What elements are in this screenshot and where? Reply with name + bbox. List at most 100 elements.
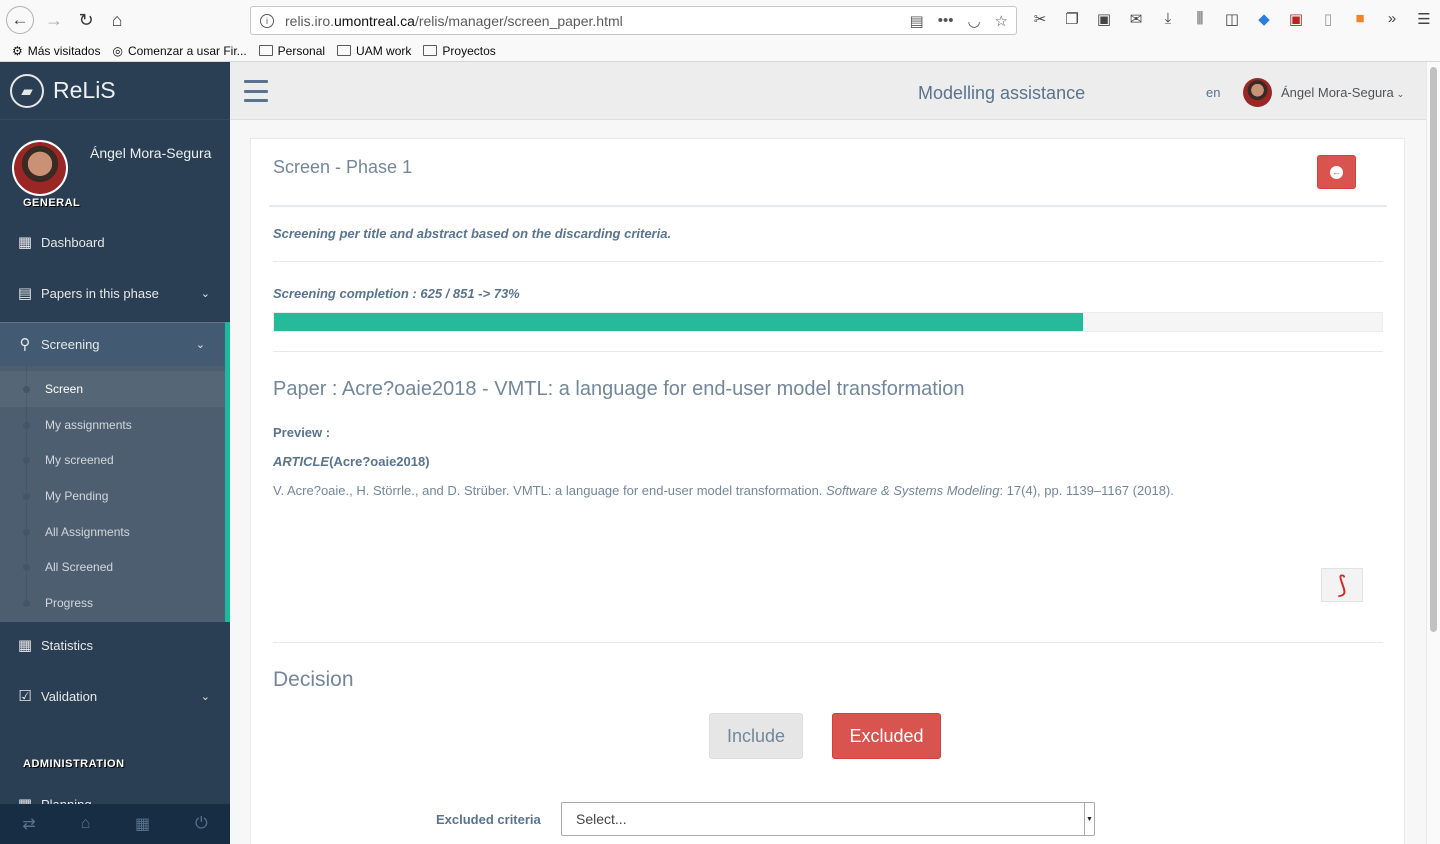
- profile-name: Ángel Mora-Segura: [90, 145, 212, 161]
- grid-icon: ▦: [17, 637, 33, 654]
- submenu-item-my-screened[interactable]: My screened: [0, 442, 225, 478]
- screening-description: Screening per title and abstract based o…: [273, 226, 672, 241]
- newspaper-icon: ▤: [17, 285, 33, 302]
- switch-project-icon[interactable]: ⇄: [22, 814, 35, 834]
- url-text: relis.iro.umontreal.ca/relis/manager/scr…: [285, 12, 623, 29]
- sidebar-menu: Ángel Mora-Segura GENERAL ▦ Dashboard ▤ …: [0, 120, 230, 813]
- submenu-item-all-assignments[interactable]: All Assignments: [0, 514, 225, 550]
- sidebar: ▰ ReLiS Ángel Mora-Segura GENERAL ▦ Dash…: [0, 62, 230, 844]
- folder-icon: [337, 45, 352, 56]
- page-scrollbar[interactable]: [1426, 62, 1440, 844]
- globe-icon: ◎: [112, 43, 123, 58]
- back-icon[interactable]: ←: [6, 6, 34, 34]
- sidebar-item-validation[interactable]: ☑ Validation ⌄: [0, 674, 230, 718]
- sidebar-footer: ⇄ ⌂ ▦ ⏻: [0, 804, 230, 844]
- decision-title: Decision: [273, 668, 354, 691]
- bookmark-folder-uam-work[interactable]: UAM work: [337, 44, 411, 58]
- submenu-item-my-assignments[interactable]: My assignments: [0, 407, 225, 443]
- grid-icon: ▦: [17, 234, 33, 251]
- brand-name: ReLiS: [53, 77, 116, 103]
- top-nav: Modelling assistance en Ángel Mora-Segur…: [230, 62, 1426, 120]
- divider: [273, 642, 1383, 643]
- bookmarks-bar: ⚙ Más visitados ◎ Comenzar a usar Fir... P…: [0, 40, 1440, 62]
- brand[interactable]: ▰ ReLiS: [0, 62, 230, 120]
- submenu-item-my-pending[interactable]: My Pending: [0, 478, 225, 514]
- divider: [269, 205, 1387, 207]
- progress-fill: [274, 313, 1083, 331]
- include-button[interactable]: Include: [709, 713, 803, 759]
- overflow-icon[interactable]: »: [1382, 10, 1402, 28]
- bookmark-folder-personal[interactable]: Personal: [258, 44, 325, 58]
- screen-panel: Screen - Phase 1 ← Screening per title a…: [250, 138, 1405, 844]
- extension-orange-icon[interactable]: ■: [1350, 10, 1370, 28]
- caret-down-icon: ▼: [1084, 803, 1094, 835]
- extension-doc-icon[interactable]: ▯: [1318, 10, 1338, 28]
- scrollbar-thumb[interactable]: [1430, 67, 1437, 632]
- chevron-down-icon: ⌄: [1396, 89, 1405, 99]
- home-icon[interactable]: ⌂: [103, 6, 131, 34]
- bookmark-folder-proyectos[interactable]: Proyectos: [423, 44, 496, 58]
- submenu-item-all-screened[interactable]: All Screened: [0, 549, 225, 585]
- sidebar-item-screening[interactable]: ⚲ Screening ⌄: [0, 322, 230, 366]
- extension-blue-icon[interactable]: ◆: [1254, 10, 1274, 28]
- reader-view-icon[interactable]: ▤: [910, 12, 924, 30]
- bookmark-getting-started[interactable]: ◎ Comenzar a usar Fir...: [112, 44, 246, 58]
- pocket-icon[interactable]: ◡: [967, 12, 980, 30]
- folder-icon: [258, 45, 273, 56]
- divider: [273, 261, 1383, 262]
- menu-icon[interactable]: ☰: [1414, 10, 1434, 28]
- power-icon[interactable]: ⏻: [195, 815, 208, 833]
- search-icon: ⚲: [19, 336, 31, 353]
- screening-submenu: Screen My assignments My screened My Pen…: [0, 366, 230, 622]
- gear-icon: ⚙: [12, 43, 23, 58]
- language-selector[interactable]: en: [1206, 85, 1220, 100]
- sidebar-item-statistics[interactable]: ▦ Statistics: [0, 623, 230, 667]
- forward-icon[interactable]: →: [40, 6, 68, 34]
- book-icon: ▰: [10, 73, 44, 108]
- excluded-criteria-label: Excluded criteria: [436, 812, 541, 827]
- excluded-button[interactable]: Excluded: [832, 713, 941, 759]
- submenu-item-progress[interactable]: Progress: [0, 585, 225, 621]
- menu-toggle-icon[interactable]: [244, 80, 268, 102]
- copy-icon[interactable]: ❐: [1062, 10, 1082, 28]
- bookmark-most-visited[interactable]: ⚙ Más visitados: [12, 44, 100, 58]
- preview-label: Preview :: [273, 425, 331, 440]
- paper-title: Paper : Acre?oaie2018 - VMTL: a language…: [273, 378, 965, 400]
- browser-toolbar: ← → ↻ ⌂ i relis.iro.umontreal.ca/relis/m…: [0, 0, 1440, 40]
- chevron-down-icon: ⌄: [195, 338, 205, 351]
- reload-icon[interactable]: ↻: [72, 6, 100, 34]
- section-administration: ADMINISTRATION: [23, 758, 125, 770]
- more-actions-icon[interactable]: •••: [938, 12, 954, 30]
- user-avatar[interactable]: [1243, 78, 1272, 107]
- pdf-icon[interactable]: ⟆: [1321, 568, 1363, 602]
- sidebar-item-dashboard[interactable]: ▦ Dashboard: [0, 220, 230, 264]
- citation: V. Acre?oaie., H. Störrle., and D. Strüb…: [273, 483, 1174, 498]
- back-button[interactable]: ←: [1317, 155, 1356, 189]
- completion-text: Screening completion : 625 / 851 -> 73%: [273, 286, 520, 301]
- sidebar-toggle-icon[interactable]: ◫: [1222, 10, 1242, 28]
- article-reference: ARTICLE(Acre?oaie2018): [273, 454, 430, 469]
- folder-icon: [423, 45, 438, 56]
- apps-grid-icon[interactable]: ▦: [135, 814, 150, 834]
- divider: [273, 351, 1383, 352]
- url-bar[interactable]: i relis.iro.umontreal.ca/relis/manager/s…: [250, 6, 1017, 35]
- sidebar-item-papers[interactable]: ▤ Papers in this phase ⌄: [0, 271, 230, 315]
- extension-red-icon[interactable]: ▣: [1286, 10, 1306, 28]
- check-square-icon: ☑: [18, 688, 32, 705]
- excluded-criteria-select[interactable]: Select... ▼: [561, 802, 1095, 836]
- app-title: Modelling assistance: [918, 83, 1086, 103]
- library-icon[interactable]: ⫼: [1190, 10, 1210, 28]
- home-icon[interactable]: ⌂: [81, 815, 91, 833]
- bookmark-star-icon[interactable]: ☆: [995, 12, 1008, 30]
- mail-icon[interactable]: ✉: [1126, 10, 1146, 28]
- submenu-item-screen[interactable]: Screen: [0, 371, 225, 407]
- arrow-left-circle-icon: ←: [1330, 165, 1343, 179]
- cut-icon[interactable]: ✂: [1030, 10, 1050, 28]
- chevron-down-icon: ⌄: [200, 287, 210, 300]
- download-icon[interactable]: ⤓: [1158, 10, 1178, 28]
- chevron-down-icon: ⌄: [200, 690, 210, 703]
- panel-title: Screen - Phase 1: [273, 157, 413, 177]
- user-menu[interactable]: Ángel Mora-Segura ⌄: [1281, 85, 1404, 100]
- site-info-icon[interactable]: i: [260, 13, 274, 28]
- paste-icon[interactable]: ▣: [1094, 10, 1114, 28]
